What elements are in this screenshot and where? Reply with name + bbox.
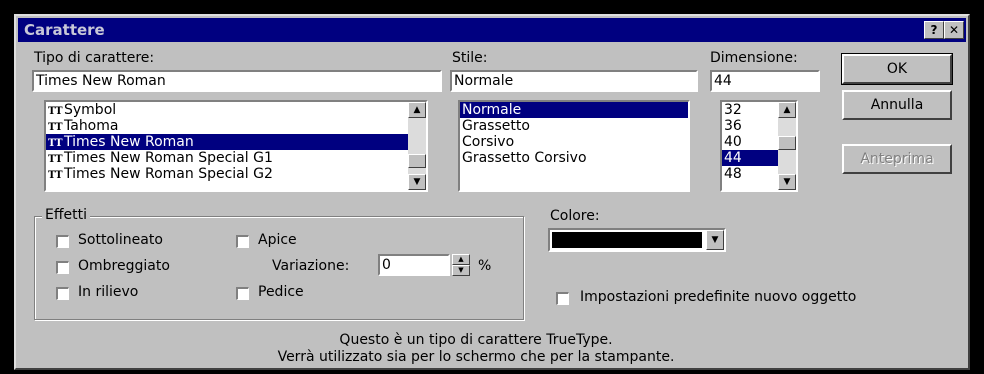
title-bar[interactable]: Carattere ? ✕ (18, 18, 966, 42)
list-item-label: Corsivo (462, 134, 515, 150)
size-input[interactable]: 44 (710, 70, 820, 92)
truetype-icon: TT (48, 170, 63, 181)
list-item-label: Times New Roman Special G1 (64, 150, 273, 166)
close-button[interactable]: ✕ (944, 21, 964, 39)
list-item-label: 44 (724, 150, 742, 166)
subscript-checkbox[interactable] (236, 287, 249, 300)
scroll-up-icon[interactable]: ▲ (778, 102, 796, 118)
style-list[interactable]: Normale Grassetto Corsivo Grassetto Corsivo (458, 100, 690, 192)
preview-label: Anteprima (860, 151, 934, 167)
list-item-label: Times New Roman (64, 134, 194, 150)
offset-spinner[interactable]: ▲ ▼ (452, 254, 470, 276)
list-item[interactable]: Grassetto (460, 118, 688, 134)
underline-label: Sottolineato (78, 232, 163, 248)
list-item-label: Symbol (64, 102, 117, 118)
color-dropdown[interactable]: ▼ (548, 228, 726, 252)
list-item[interactable]: 40 (722, 134, 778, 150)
color-swatch (552, 232, 702, 248)
scroll-thumb[interactable] (778, 136, 796, 150)
font-dialog: Carattere ? ✕ Tipo di carattere: Times N… (14, 14, 970, 370)
dialog-title: Carattere (24, 21, 105, 39)
font-scrollbar[interactable]: ▲ ▼ (408, 102, 426, 190)
ok-button[interactable]: OK (841, 53, 953, 85)
scroll-up-icon[interactable]: ▲ (408, 102, 426, 118)
default-label: Impostazioni predefinite nuovo oggetto (580, 289, 857, 305)
spin-up-icon[interactable]: ▲ (452, 254, 470, 265)
scroll-down-icon[interactable]: ▼ (408, 174, 426, 190)
font-info-line2: Verrà utilizzato sia per lo schermo che … (277, 349, 675, 365)
effects-label: Effetti (42, 207, 90, 223)
list-item[interactable]: 36 (722, 118, 778, 134)
list-item[interactable]: TTSymbol (46, 102, 408, 118)
color-label: Colore: (550, 208, 600, 224)
list-item-label: Times New Roman Special G2 (64, 166, 273, 182)
font-input[interactable]: Times New Roman (32, 70, 442, 92)
list-item-label: Normale (462, 102, 522, 118)
spin-down-icon[interactable]: ▼ (452, 265, 470, 276)
offset-label: Variazione: (272, 258, 350, 274)
offset-unit: % (478, 258, 492, 274)
list-item[interactable]: 44 (722, 150, 778, 166)
shadow-label: Ombreggiato (78, 258, 170, 274)
list-item-label: 48 (724, 166, 742, 182)
scroll-thumb[interactable] (408, 154, 426, 168)
list-item-label: Grassetto Corsivo (462, 150, 587, 166)
list-item[interactable]: TTTahoma (46, 118, 408, 134)
list-item[interactable]: Corsivo (460, 134, 688, 150)
list-item-label: Tahoma (64, 118, 119, 134)
help-button[interactable]: ? (924, 21, 944, 39)
cancel-button[interactable]: Annulla (842, 90, 952, 120)
size-scrollbar[interactable]: ▲ ▼ (778, 102, 796, 190)
preview-button[interactable]: Anteprima (842, 144, 952, 174)
subscript-label: Pedice (258, 284, 304, 300)
underline-checkbox[interactable] (56, 235, 69, 248)
emboss-checkbox[interactable] (56, 287, 69, 300)
shadow-checkbox[interactable] (56, 261, 69, 274)
list-item[interactable]: TTTimes New Roman (46, 134, 408, 150)
list-item-label: Grassetto (462, 118, 530, 134)
list-item[interactable]: TTTimes New Roman Special G2 (46, 166, 408, 182)
size-list[interactable]: 32 36 40 44 48 ▲ ▼ (720, 100, 798, 192)
scroll-down-icon[interactable]: ▼ (778, 174, 796, 190)
list-item-label: 32 (724, 102, 742, 118)
list-item-label: 40 (724, 134, 742, 150)
superscript-label: Apice (258, 232, 297, 248)
default-checkbox[interactable] (556, 292, 569, 305)
list-item-label: 36 (724, 118, 742, 134)
style-label: Stile: (452, 50, 488, 66)
font-label: Tipo di carattere: (34, 50, 155, 66)
emboss-label: In rilievo (78, 284, 139, 300)
list-item[interactable]: Grassetto Corsivo (460, 150, 688, 166)
offset-input[interactable]: 0 (378, 254, 450, 276)
font-info: Questo è un tipo di carattere TrueType. … (166, 332, 786, 366)
list-item[interactable]: TTTimes New Roman Special G1 (46, 150, 408, 166)
superscript-checkbox[interactable] (236, 235, 249, 248)
list-item[interactable]: Normale (460, 102, 688, 118)
list-item[interactable]: 48 (722, 166, 778, 182)
font-info-line1: Questo è un tipo di carattere TrueType. (339, 332, 613, 348)
font-list[interactable]: TTSymbol TTTahoma TTTimes New Roman TTTimes… (44, 100, 428, 192)
list-item[interactable]: 32 (722, 102, 778, 118)
size-label: Dimensione: (710, 50, 798, 66)
chevron-down-icon[interactable]: ▼ (706, 230, 724, 250)
style-input[interactable]: Normale (450, 70, 698, 92)
